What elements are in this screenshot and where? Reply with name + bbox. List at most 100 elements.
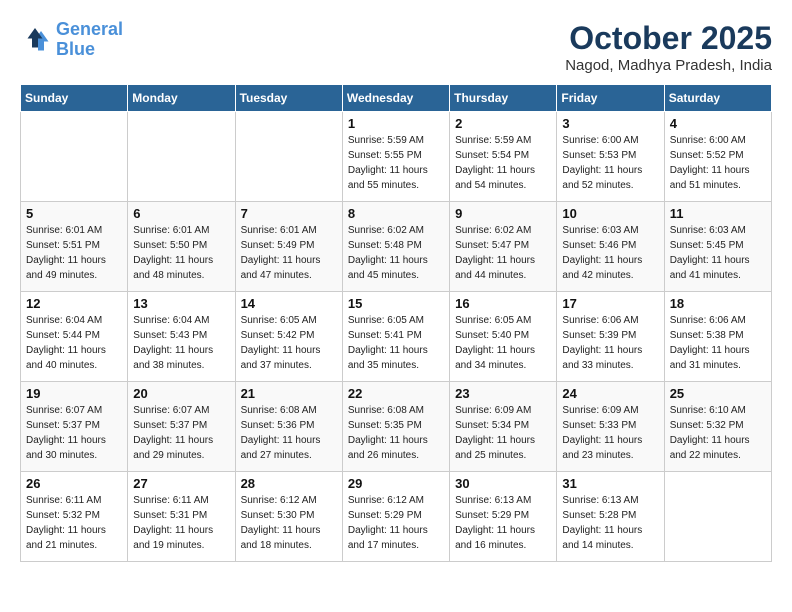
calendar-cell: 18 Sunrise: 6:06 AMSunset: 5:38 PMDayligh…	[664, 292, 771, 382]
calendar-cell: 23 Sunrise: 6:09 AMSunset: 5:34 PMDayligh…	[450, 382, 557, 472]
day-number: 30	[455, 476, 551, 491]
weekday-header-row: SundayMondayTuesdayWednesdayThursdayFrid…	[21, 85, 772, 112]
day-number: 5	[26, 206, 122, 221]
day-info: Sunrise: 5:59 AMSunset: 5:55 PMDaylight:…	[348, 133, 444, 193]
day-info: Sunrise: 6:07 AMSunset: 5:37 PMDaylight:…	[133, 403, 229, 463]
day-info: Sunrise: 6:04 AMSunset: 5:43 PMDaylight:…	[133, 313, 229, 373]
calendar-body: 1 Sunrise: 5:59 AMSunset: 5:55 PMDaylight…	[21, 112, 772, 562]
calendar-cell: 22 Sunrise: 6:08 AMSunset: 5:35 PMDayligh…	[342, 382, 449, 472]
day-number: 25	[670, 386, 766, 401]
calendar-cell: 11 Sunrise: 6:03 AMSunset: 5:45 PMDayligh…	[664, 202, 771, 292]
day-info: Sunrise: 6:06 AMSunset: 5:38 PMDaylight:…	[670, 313, 766, 373]
day-number: 1	[348, 116, 444, 131]
logo: General Blue	[20, 20, 123, 60]
logo-line2: Blue	[56, 39, 95, 59]
day-number: 2	[455, 116, 551, 131]
calendar: SundayMondayTuesdayWednesdayThursdayFrid…	[20, 84, 772, 562]
day-info: Sunrise: 6:01 AMSunset: 5:50 PMDaylight:…	[133, 223, 229, 283]
day-info: Sunrise: 6:12 AMSunset: 5:29 PMDaylight:…	[348, 493, 444, 553]
day-number: 9	[455, 206, 551, 221]
calendar-cell: 24Sunrise: 6:09 AMSunset: 5:33 PMDayligh…	[557, 382, 664, 472]
weekday-header: Friday	[557, 85, 664, 112]
weekday-header: Tuesday	[235, 85, 342, 112]
calendar-week-row: 26Sunrise: 6:11 AMSunset: 5:32 PMDayligh…	[21, 472, 772, 562]
day-info: Sunrise: 6:01 AMSunset: 5:49 PMDaylight:…	[241, 223, 337, 283]
day-info: Sunrise: 6:11 AMSunset: 5:32 PMDaylight:…	[26, 493, 122, 553]
day-info: Sunrise: 6:05 AMSunset: 5:41 PMDaylight:…	[348, 313, 444, 373]
calendar-cell: 25 Sunrise: 6:10 AMSunset: 5:32 PMDayligh…	[664, 382, 771, 472]
calendar-cell: 12Sunrise: 6:04 AMSunset: 5:44 PMDayligh…	[21, 292, 128, 382]
calendar-cell	[664, 472, 771, 562]
day-number: 11	[670, 206, 766, 221]
calendar-cell	[21, 112, 128, 202]
calendar-cell: 2 Sunrise: 5:59 AMSunset: 5:54 PMDaylight…	[450, 112, 557, 202]
calendar-cell: 6 Sunrise: 6:01 AMSunset: 5:50 PMDaylight…	[128, 202, 235, 292]
weekday-header: Sunday	[21, 85, 128, 112]
calendar-cell: 16 Sunrise: 6:05 AMSunset: 5:40 PMDayligh…	[450, 292, 557, 382]
calendar-cell: 13 Sunrise: 6:04 AMSunset: 5:43 PMDayligh…	[128, 292, 235, 382]
day-number: 17	[562, 296, 658, 311]
calendar-week-row: 5 Sunrise: 6:01 AMSunset: 5:51 PMDaylight…	[21, 202, 772, 292]
calendar-cell: 4 Sunrise: 6:00 AMSunset: 5:52 PMDaylight…	[664, 112, 771, 202]
day-number: 6	[133, 206, 229, 221]
day-info: Sunrise: 6:13 AMSunset: 5:29 PMDaylight:…	[455, 493, 551, 553]
day-number: 31	[562, 476, 658, 491]
calendar-week-row: 12Sunrise: 6:04 AMSunset: 5:44 PMDayligh…	[21, 292, 772, 382]
page-header: General Blue October 2025 Nagod, Madhya …	[20, 20, 772, 74]
day-number: 23	[455, 386, 551, 401]
day-info: Sunrise: 6:03 AMSunset: 5:46 PMDaylight:…	[562, 223, 658, 283]
day-number: 7	[241, 206, 337, 221]
day-number: 29	[348, 476, 444, 491]
logo-line1: General	[56, 19, 123, 39]
calendar-cell: 5 Sunrise: 6:01 AMSunset: 5:51 PMDaylight…	[21, 202, 128, 292]
calendar-cell: 1 Sunrise: 5:59 AMSunset: 5:55 PMDaylight…	[342, 112, 449, 202]
day-info: Sunrise: 6:10 AMSunset: 5:32 PMDaylight:…	[670, 403, 766, 463]
day-number: 28	[241, 476, 337, 491]
day-info: Sunrise: 6:02 AMSunset: 5:48 PMDaylight:…	[348, 223, 444, 283]
day-info: Sunrise: 6:12 AMSunset: 5:30 PMDaylight:…	[241, 493, 337, 553]
day-number: 10	[562, 206, 658, 221]
weekday-header: Wednesday	[342, 85, 449, 112]
calendar-cell: 7 Sunrise: 6:01 AMSunset: 5:49 PMDaylight…	[235, 202, 342, 292]
calendar-cell: 17 Sunrise: 6:06 AMSunset: 5:39 PMDayligh…	[557, 292, 664, 382]
calendar-cell: 15Sunrise: 6:05 AMSunset: 5:41 PMDayligh…	[342, 292, 449, 382]
calendar-cell: 19Sunrise: 6:07 AMSunset: 5:37 PMDayligh…	[21, 382, 128, 472]
logo-text: General Blue	[56, 20, 123, 60]
day-number: 8	[348, 206, 444, 221]
calendar-cell: 3Sunrise: 6:00 AMSunset: 5:53 PMDaylight…	[557, 112, 664, 202]
day-info: Sunrise: 5:59 AMSunset: 5:54 PMDaylight:…	[455, 133, 551, 193]
calendar-cell: 30 Sunrise: 6:13 AMSunset: 5:29 PMDayligh…	[450, 472, 557, 562]
day-info: Sunrise: 6:07 AMSunset: 5:37 PMDaylight:…	[26, 403, 122, 463]
day-info: Sunrise: 6:08 AMSunset: 5:35 PMDaylight:…	[348, 403, 444, 463]
day-info: Sunrise: 6:06 AMSunset: 5:39 PMDaylight:…	[562, 313, 658, 373]
day-info: Sunrise: 6:13 AMSunset: 5:28 PMDaylight:…	[562, 493, 658, 553]
logo-icon	[20, 25, 50, 55]
day-info: Sunrise: 6:02 AMSunset: 5:47 PMDaylight:…	[455, 223, 551, 283]
calendar-cell: 27 Sunrise: 6:11 AMSunset: 5:31 PMDayligh…	[128, 472, 235, 562]
calendar-week-row: 1 Sunrise: 5:59 AMSunset: 5:55 PMDaylight…	[21, 112, 772, 202]
weekday-header: Thursday	[450, 85, 557, 112]
day-info: Sunrise: 6:03 AMSunset: 5:45 PMDaylight:…	[670, 223, 766, 283]
day-number: 13	[133, 296, 229, 311]
day-info: Sunrise: 6:09 AMSunset: 5:34 PMDaylight:…	[455, 403, 551, 463]
calendar-cell: 10 Sunrise: 6:03 AMSunset: 5:46 PMDayligh…	[557, 202, 664, 292]
calendar-cell: 14Sunrise: 6:05 AMSunset: 5:42 PMDayligh…	[235, 292, 342, 382]
calendar-cell: 26Sunrise: 6:11 AMSunset: 5:32 PMDayligh…	[21, 472, 128, 562]
day-info: Sunrise: 6:11 AMSunset: 5:31 PMDaylight:…	[133, 493, 229, 553]
day-info: Sunrise: 6:05 AMSunset: 5:40 PMDaylight:…	[455, 313, 551, 373]
calendar-cell	[128, 112, 235, 202]
day-number: 27	[133, 476, 229, 491]
day-number: 18	[670, 296, 766, 311]
day-number: 22	[348, 386, 444, 401]
day-info: Sunrise: 6:04 AMSunset: 5:44 PMDaylight:…	[26, 313, 122, 373]
day-number: 16	[455, 296, 551, 311]
day-number: 21	[241, 386, 337, 401]
calendar-cell: 9 Sunrise: 6:02 AMSunset: 5:47 PMDaylight…	[450, 202, 557, 292]
calendar-cell: 20 Sunrise: 6:07 AMSunset: 5:37 PMDayligh…	[128, 382, 235, 472]
day-info: Sunrise: 6:00 AMSunset: 5:52 PMDaylight:…	[670, 133, 766, 193]
calendar-cell: 29 Sunrise: 6:12 AMSunset: 5:29 PMDayligh…	[342, 472, 449, 562]
day-info: Sunrise: 6:01 AMSunset: 5:51 PMDaylight:…	[26, 223, 122, 283]
day-number: 4	[670, 116, 766, 131]
calendar-cell: 8 Sunrise: 6:02 AMSunset: 5:48 PMDaylight…	[342, 202, 449, 292]
day-number: 20	[133, 386, 229, 401]
